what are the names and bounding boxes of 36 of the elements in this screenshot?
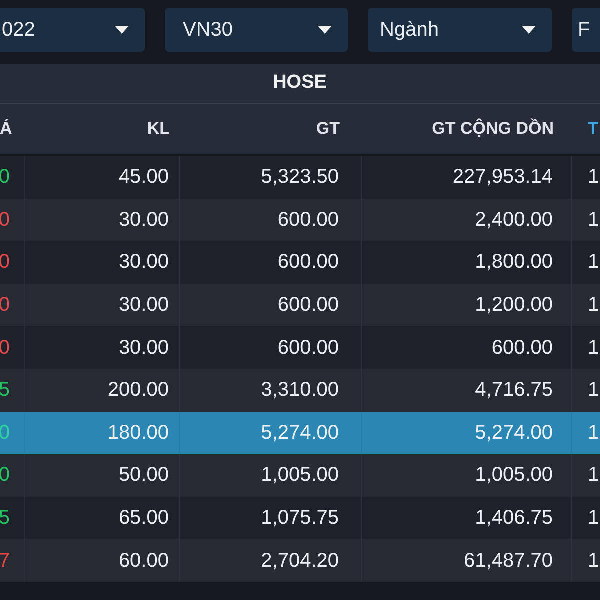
table-cell-text: 1 bbox=[587, 420, 600, 446]
column-header: GT bbox=[315, 118, 341, 140]
column-header: KL bbox=[146, 118, 171, 140]
table-cell-text: 1 bbox=[587, 506, 600, 532]
table-cell-text: 1 bbox=[587, 165, 600, 190]
table-cell: 7 bbox=[0, 539, 25, 582]
dropdown[interactable]: Ngành bbox=[368, 8, 552, 52]
dropdown[interactable]: F bbox=[572, 8, 600, 52]
column-header: T bbox=[587, 118, 600, 140]
caret-icon bbox=[522, 26, 536, 34]
table-cell-text: 1 bbox=[587, 208, 600, 233]
table-row[interactable]: 7 60.00 2,704.20 61,487.70 1 bbox=[0, 539, 600, 582]
table-row[interactable]: 5 200.00 3,310.00 4,716.75 1 bbox=[0, 368, 600, 412]
table-row[interactable]: 0 45.00 5,323.50 227,953.14 1 bbox=[0, 156, 600, 199]
caret-icon bbox=[318, 26, 332, 34]
dropdown[interactable]: VN30 bbox=[165, 8, 348, 52]
table-cell-text: 1 bbox=[587, 548, 600, 574]
table-row[interactable]: 5 65.00 1,075.75 1,406.75 1 bbox=[0, 496, 600, 540]
table-cell: 2,704.20 bbox=[180, 539, 362, 582]
table-cell: 60.00 bbox=[25, 539, 180, 582]
table-cell-text: 1 bbox=[587, 250, 600, 276]
table-cell: 61,487.70 bbox=[362, 539, 572, 582]
table-row[interactable]: 0 50.00 1,005.00 1,005.00 1 bbox=[0, 454, 600, 497]
table-row[interactable]: 0 30.00 600.00 2,400.00 1 bbox=[0, 198, 600, 242]
caret-icon bbox=[115, 26, 129, 34]
dropdown[interactable]: 022 bbox=[0, 8, 145, 52]
table-row[interactable]: 0 30.00 600.00 1,200.00 1 bbox=[0, 284, 600, 326]
table-row[interactable]: 0 30.00 600.00 1,800.00 1 bbox=[0, 241, 600, 284]
table-row[interactable]: 0 30.00 600.00 600.00 1 bbox=[0, 326, 600, 369]
group-header: HOSE bbox=[273, 71, 327, 96]
table-cell-text: 1 bbox=[587, 336, 600, 361]
column-header: GT CỘNG DỒN bbox=[431, 118, 555, 140]
column-header: Á bbox=[0, 118, 14, 140]
table-cell-text: 1 bbox=[587, 293, 600, 318]
table-cell-text: 1 bbox=[587, 378, 600, 404]
table-cell-text: 1 bbox=[587, 463, 600, 488]
